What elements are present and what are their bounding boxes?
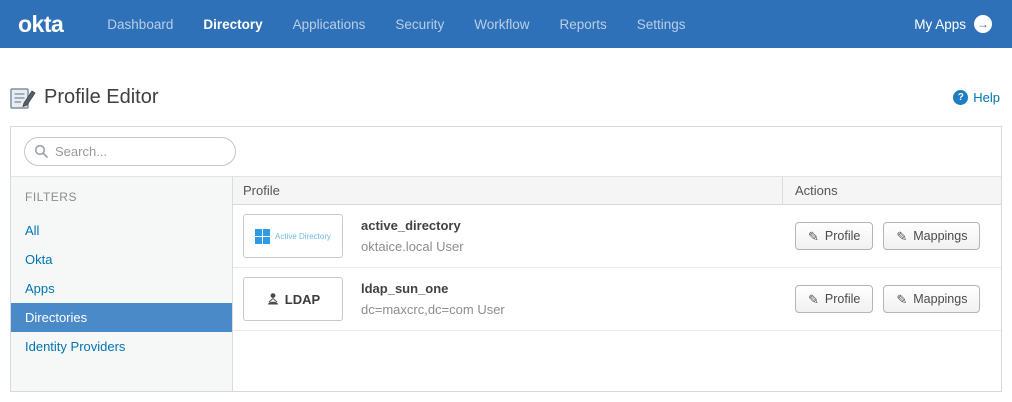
profile-editor-icon [10, 87, 36, 109]
profile-button[interactable]: ✎ Profile [795, 222, 873, 250]
nav-item-directory[interactable]: Directory [203, 17, 262, 32]
page-header: Profile Editor ? Help [10, 86, 1000, 109]
filter-item-directories[interactable]: Directories [11, 303, 232, 332]
pencil-icon: ✎ [808, 230, 819, 243]
profile-editor-panel: FILTERS All Okta Apps Directories Identi… [10, 126, 1002, 392]
nav-item-reports[interactable]: Reports [559, 17, 606, 32]
row-actions: ✎ Profile ✎ Mappings [783, 222, 1001, 250]
panel-body: FILTERS All Okta Apps Directories Identi… [11, 176, 1001, 391]
profile-name: ldap_sun_one [361, 281, 505, 296]
filter-item-identity-providers[interactable]: Identity Providers [11, 332, 232, 361]
nav-item-dashboard[interactable]: Dashboard [107, 17, 173, 32]
page-title: Profile Editor [44, 86, 159, 109]
question-icon: ? [953, 90, 968, 105]
my-apps-link[interactable]: My Apps → [914, 15, 992, 33]
table-header: Profile Actions [233, 176, 1001, 205]
profile-name: active_directory [361, 218, 464, 233]
search-bar [11, 127, 1001, 176]
active-directory-logo: Active Directory [243, 214, 343, 258]
pencil-icon: ✎ [896, 293, 907, 306]
pencil-icon: ✎ [808, 293, 819, 306]
table-row: LDAP ldap_sun_one dc=maxcrc,dc=com User … [233, 268, 1001, 331]
profiles-table: Profile Actions Active Directory active_… [233, 176, 1001, 391]
mappings-button[interactable]: ✎ Mappings [883, 285, 980, 313]
profile-subtitle: oktaice.local User [361, 239, 464, 254]
pencil-icon: ✎ [896, 230, 907, 243]
windows-flag-icon [255, 229, 270, 244]
arrow-right-icon: → [974, 15, 992, 33]
nav-item-applications[interactable]: Applications [293, 17, 366, 32]
filters-sidebar: FILTERS All Okta Apps Directories Identi… [11, 176, 233, 391]
table-row: Active Directory active_directory oktaic… [233, 205, 1001, 268]
filter-item-apps[interactable]: Apps [11, 274, 232, 303]
profile-info: active_directory oktaice.local User [361, 218, 464, 254]
filters-title: FILTERS [11, 177, 232, 216]
okta-logo[interactable]: okta [18, 11, 63, 38]
mappings-button[interactable]: ✎ Mappings [883, 222, 980, 250]
person-icon [266, 292, 280, 306]
my-apps-label: My Apps [914, 17, 966, 32]
nav-item-settings[interactable]: Settings [637, 17, 686, 32]
top-nav: okta Dashboard Directory Applications Se… [0, 0, 1012, 48]
row-actions: ✎ Profile ✎ Mappings [783, 285, 1001, 313]
search-input[interactable] [24, 137, 236, 166]
profile-button-label: Profile [825, 292, 860, 306]
profile-button[interactable]: ✎ Profile [795, 285, 873, 313]
profile-button-label: Profile [825, 229, 860, 243]
help-label: Help [973, 90, 1000, 105]
nav-item-security[interactable]: Security [395, 17, 444, 32]
nav-links: Dashboard Directory Applications Securit… [107, 17, 685, 32]
profile-subtitle: dc=maxcrc,dc=com User [361, 302, 505, 317]
logo-text: LDAP [285, 292, 320, 307]
filter-item-okta[interactable]: Okta [11, 245, 232, 274]
nav-item-workflow[interactable]: Workflow [474, 17, 529, 32]
column-header-actions: Actions [783, 183, 1001, 198]
mappings-button-label: Mappings [913, 229, 967, 243]
logo-text: Active Directory [275, 232, 331, 241]
mappings-button-label: Mappings [913, 292, 967, 306]
ldap-logo: LDAP [243, 277, 343, 321]
search-icon [34, 144, 48, 158]
column-header-profile: Profile [233, 177, 783, 204]
filter-item-all[interactable]: All [11, 216, 232, 245]
help-link[interactable]: ? Help [953, 90, 1000, 105]
profile-info: ldap_sun_one dc=maxcrc,dc=com User [361, 281, 505, 317]
